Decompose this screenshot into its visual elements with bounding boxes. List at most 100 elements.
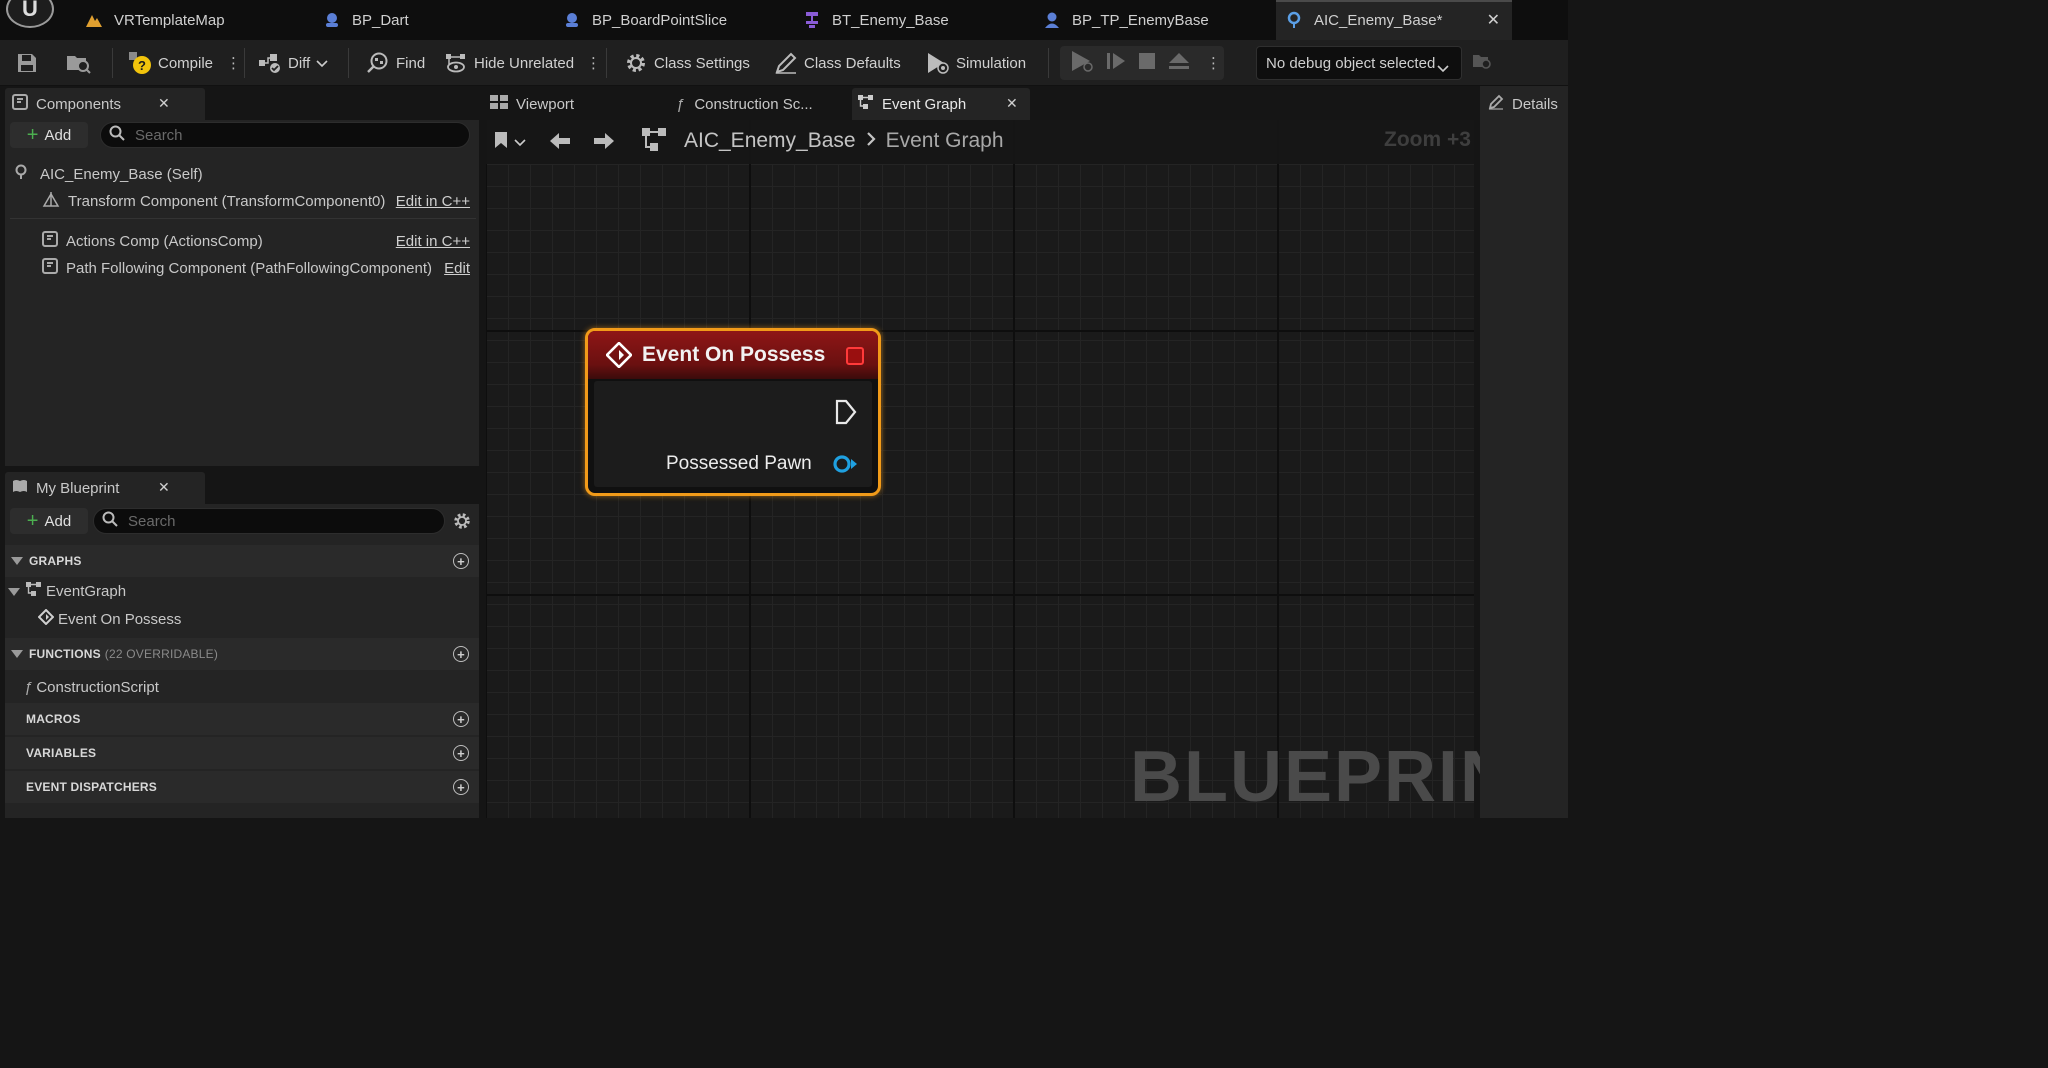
chevron-down-icon [316, 55, 328, 72]
breadcrumb-root[interactable]: AIC_Enemy_Base [684, 129, 856, 153]
function-item-constructionscript[interactable]: ƒ ConstructionScript [24, 674, 490, 700]
tab-construction-script[interactable]: ƒ Construction Sc... [676, 92, 813, 116]
add-variable-icon[interactable]: + [453, 745, 469, 761]
edit-link[interactable]: Edit [444, 260, 470, 277]
hide-unrelated-options-button[interactable]: ⋮ [586, 40, 601, 86]
edit-in-cpp-link[interactable]: Edit in C++ [396, 193, 470, 210]
tab-event-graph[interactable]: Event Graph [858, 92, 966, 116]
toolbar-divider [244, 48, 245, 78]
bookmark-button[interactable] [494, 130, 526, 154]
browse-button[interactable] [66, 40, 98, 86]
component-row-transform[interactable]: Transform Component (TransformComponent0… [10, 188, 476, 214]
folder-search-icon [66, 52, 92, 74]
debug-browse-button[interactable] [1472, 40, 1492, 86]
components-search-input[interactable]: Search [100, 122, 470, 148]
stop-button[interactable] [1138, 40, 1156, 86]
folder-search-icon [1472, 52, 1492, 74]
simulation-label: Simulation [956, 54, 1027, 72]
tab-label: BP_TP_EnemyBase [1072, 11, 1209, 29]
function-icon: ƒ [24, 678, 33, 696]
tab-label: VRTemplateMap [114, 11, 225, 29]
search-placeholder: Search [128, 512, 176, 530]
transform-icon [42, 191, 60, 211]
class-defaults-button[interactable]: Class Defaults [774, 40, 901, 86]
breakpoint-icon[interactable] [846, 347, 864, 365]
section-macros[interactable]: MACROS + [5, 703, 479, 735]
find-button[interactable]: Find [366, 40, 425, 86]
add-member-button[interactable]: + Add [10, 508, 88, 534]
search-icon [109, 125, 125, 145]
diff-label: Diff [288, 54, 311, 72]
tab-label: Event Graph [882, 95, 967, 113]
simulation-icon [926, 51, 950, 75]
tab-bt-enemy-base[interactable]: BT_Enemy_Base [802, 0, 1022, 40]
save-button[interactable] [16, 40, 44, 86]
diff-icon [258, 52, 282, 74]
toolbar-divider [348, 48, 349, 78]
component-icon [42, 258, 58, 278]
add-macro-icon[interactable]: + [453, 711, 469, 727]
expand-triangle-icon [11, 647, 23, 661]
compile-button[interactable]: ? Compile [128, 40, 213, 86]
add-event-dispatcher-icon[interactable]: + [453, 779, 469, 795]
details-tab[interactable]: Details [1488, 92, 1558, 116]
simulation-button[interactable]: Simulation [926, 40, 1026, 86]
tab-aic-enemy-base[interactable]: AIC_Enemy_Base* ✕ [1276, 0, 1512, 40]
class-defaults-icon [774, 51, 798, 75]
kebab-menu-icon: ⋮ [226, 55, 241, 72]
add-component-button[interactable]: + Add [10, 122, 88, 148]
edit-in-cpp-link[interactable]: Edit in C++ [396, 233, 470, 250]
plus-icon: + [26, 124, 39, 146]
component-row-self[interactable]: AIC_Enemy_Base (Self) [10, 161, 476, 187]
search-placeholder: Search [135, 126, 183, 144]
step-button[interactable] [1106, 40, 1126, 86]
section-graphs[interactable]: GRAPHS + [5, 545, 479, 577]
ai-controller-icon [14, 164, 28, 184]
object-output-pin-icon[interactable] [832, 455, 858, 477]
tab-vrtemplatemap[interactable]: VRTemplateMap [84, 0, 304, 40]
graph-icon [26, 582, 42, 600]
class-settings-button[interactable]: Class Settings [624, 40, 750, 86]
components-tab[interactable]: Components [12, 92, 121, 116]
play-options-button[interactable]: ⋮ [1206, 40, 1221, 86]
play-button[interactable] [1070, 40, 1094, 86]
event-on-possess-node[interactable]: Event On Possess Possessed Pawn [585, 328, 881, 496]
exec-output-pin-icon[interactable] [834, 399, 858, 429]
component-label: Actions Comp (ActionsComp) [66, 232, 263, 250]
tab-bp-boardpointslice[interactable]: BP_BoardPointSlice [562, 0, 782, 40]
my-blueprint-search-input[interactable]: Search [93, 508, 445, 534]
graph-item-eventgraph[interactable]: EventGraph [8, 578, 474, 604]
breadcrumb: AIC_Enemy_Base Event Graph [684, 126, 1004, 156]
section-variables[interactable]: VARIABLES + [5, 737, 479, 769]
component-label: AIC_Enemy_Base (Self) [40, 165, 203, 183]
hide-unrelated-button[interactable]: Hide Unrelated [444, 40, 574, 86]
tab-bp-dart[interactable]: BP_Dart [322, 0, 542, 40]
event-diamond-icon [37, 608, 55, 629]
section-event-dispatchers[interactable]: EVENT DISPATCHERS + [5, 771, 479, 803]
forward-arrow-icon[interactable] [592, 131, 616, 155]
close-panel-icon[interactable]: ✕ [158, 479, 170, 496]
diff-button[interactable]: Diff [258, 40, 328, 86]
close-tab-icon[interactable]: ✕ [1487, 10, 1500, 30]
add-graph-icon[interactable]: + [453, 553, 469, 569]
tab-bp-tp-enemybase[interactable]: BP_TP_EnemyBase [1042, 0, 1262, 40]
section-functions[interactable]: FUNCTIONS (22 OVERRIDABLE) + [5, 638, 479, 670]
component-row-actions-comp[interactable]: Actions Comp (ActionsComp) Edit in C++ [10, 228, 476, 254]
section-label: GRAPHS [29, 554, 82, 568]
eject-icon [1168, 51, 1190, 75]
add-function-icon[interactable]: + [453, 646, 469, 662]
tab-viewport[interactable]: Viewport [490, 92, 574, 116]
graph-item-event-on-possess[interactable]: Event On Possess [37, 606, 504, 632]
component-row-path-following[interactable]: Path Following Component (PathFollowingC… [10, 255, 476, 281]
back-arrow-icon[interactable] [548, 131, 572, 155]
pin-label: Possessed Pawn [666, 453, 812, 474]
close-tab-icon[interactable]: ✕ [1006, 95, 1018, 112]
my-blueprint-tab[interactable]: My Blueprint [12, 476, 119, 500]
compile-options-button[interactable]: ⋮ [226, 40, 241, 86]
settings-gear-icon[interactable] [452, 511, 472, 535]
debug-object-dropdown[interactable]: No debug object selected [1256, 46, 1462, 80]
eject-button[interactable] [1168, 40, 1190, 86]
add-label: Add [44, 512, 72, 530]
hide-unrelated-icon [444, 52, 468, 74]
close-panel-icon[interactable]: ✕ [158, 95, 170, 112]
